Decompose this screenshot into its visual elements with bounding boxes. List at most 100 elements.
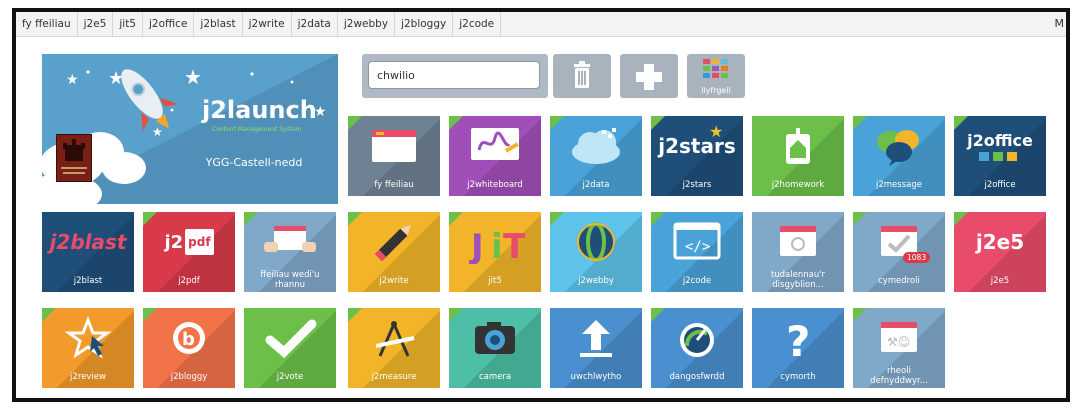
j2blast-logo: j2blast (49, 230, 127, 254)
tile-label: cymorth (780, 372, 816, 382)
folder-icon (372, 130, 416, 162)
j2e5-logo: j2e5 (975, 230, 1025, 254)
nav-item-j2data[interactable]: j2data (292, 12, 338, 36)
tile-j2e5[interactable]: j2e5 j2e5 (954, 212, 1046, 292)
manage-users-icon: ⚒☺ (881, 322, 917, 352)
nav-right-label[interactable]: M (1055, 12, 1065, 36)
tile-label: rheoli defnyddwyr... (870, 366, 928, 386)
tile-j2write[interactable]: j2write (348, 212, 440, 292)
tile-j2office[interactable]: j2office j2office (954, 116, 1046, 196)
nav-item-fy-ffeiliau[interactable]: fy ffeiliau (16, 12, 78, 36)
j2office-logo: j2office (967, 130, 1033, 150)
launch-subtitle: Content Management System (212, 126, 302, 133)
count-badge: 1083 (903, 252, 931, 263)
svg-text:T: T (503, 227, 525, 264)
tile-j2webby[interactable]: j2webby (550, 212, 642, 292)
tile-label: j2whiteboard (467, 180, 523, 190)
tile-j2message[interactable]: j2message (853, 116, 945, 196)
tile-j2whiteboard[interactable]: j2whiteboard (449, 116, 541, 196)
tile-label: tudalennau'r disgyblion... (770, 270, 826, 290)
nav-item-j2e5[interactable]: j2e5 (78, 12, 114, 36)
tile-j2homework[interactable]: j2homework (752, 116, 844, 196)
tile-label: j2write (379, 276, 409, 286)
delete-button[interactable] (553, 54, 611, 98)
star-review-icon (64, 316, 112, 359)
svg-text:★: ★ (152, 125, 163, 139)
tile-dangosfwrdd[interactable]: dangosfwrdd (651, 308, 743, 388)
nav-item-j2office[interactable]: j2office (143, 12, 195, 36)
tile-label: dangosfwrdd (669, 372, 725, 382)
bloggy-logo-icon: b (173, 322, 205, 354)
tile-j2code[interactable]: </> j2code (651, 212, 743, 292)
app-frame: fy ffeiliau j2e5 jit5 j2office j2blast j… (12, 8, 1070, 402)
tile-label: camera (478, 372, 512, 382)
nav-item-j2write[interactable]: j2write (243, 12, 292, 36)
tile-label: j2data (582, 180, 610, 190)
tile-label: j2homework (771, 180, 825, 190)
tile-tudalennau-r-disgyblion[interactable]: tudalennau'r disgyblion... (752, 212, 844, 292)
search-box (362, 54, 548, 98)
camera-icon (475, 322, 515, 354)
tile-uwchlwytho[interactable]: uwchlwytho (550, 308, 642, 388)
search-input[interactable] (368, 61, 540, 89)
tile-label: jit5 (488, 276, 502, 286)
tile-j2data[interactable]: j2data (550, 116, 642, 196)
j2stars-logo: j2stars (658, 134, 736, 158)
checkmark-icon (265, 319, 317, 359)
tile-cymedroli[interactable]: 1083 cymedroli (853, 212, 945, 292)
tile-j2review[interactable]: j2review (42, 308, 134, 388)
tile-label: j2message (876, 180, 922, 190)
j2launch-banner: ★ ★ ★ ★ ★ j2launch Content Management Sy… (42, 54, 338, 204)
svg-text:b: b (182, 329, 195, 350)
tile-ffeiliau-wedi-u-rhannu[interactable]: ffeiliau wedi'u rhannu (244, 212, 336, 292)
tile-label: j2webby (578, 276, 614, 286)
nav-item-j2bloggy[interactable]: j2bloggy (395, 12, 454, 36)
plus-icon (636, 64, 662, 90)
question-mark-icon: ? (786, 317, 810, 360)
tile-j2pdf[interactable]: j2 pdf j2pdf (143, 212, 235, 292)
tile-j2blast[interactable]: j2blast j2blast (42, 212, 134, 292)
tile-j2stars[interactable]: j2stars ★ j2stars (651, 116, 743, 196)
tile-jit5[interactable]: JiT jit5 (449, 212, 541, 292)
pupil-pages-icon (780, 226, 816, 256)
nav-item-j2webby[interactable]: j2webby (338, 12, 396, 36)
school-logo (56, 134, 92, 182)
tile-j2measure[interactable]: j2measure (348, 308, 440, 388)
svg-text:i: i (491, 227, 503, 264)
svg-text:⚒☺: ⚒☺ (887, 335, 910, 349)
tile-rheoli-defnyddwyr[interactable]: ⚒☺ rheoli defnyddwyr... (853, 308, 945, 388)
library-label: llyfrgell (701, 86, 731, 95)
add-button[interactable] (620, 54, 678, 98)
compass-icon (375, 321, 415, 357)
nav-item-jit5[interactable]: jit5 (113, 12, 143, 36)
tile-j2bloggy[interactable]: b j2bloggy (143, 308, 235, 388)
cloud-data-icon (572, 128, 620, 164)
svg-text:?: ? (786, 317, 810, 360)
tile-label: fy ffeiliau (374, 180, 414, 190)
tile-label: j2e5 (990, 276, 1010, 286)
svg-text:</>: </> (685, 239, 710, 255)
tile-fy-ffeiliau[interactable]: fy ffeiliau (348, 116, 440, 196)
j2pdf-logo-prefix: j2 (164, 231, 184, 253)
message-bubbles-icon (877, 130, 919, 166)
tile-label: j2pdf (178, 276, 200, 286)
tile-cymorth[interactable]: ? cymorth (752, 308, 844, 388)
tile-label: uwchlwytho (570, 372, 622, 382)
top-nav: fy ffeiliau j2e5 jit5 j2office j2blast j… (16, 12, 1066, 37)
nav-item-j2blast[interactable]: j2blast (194, 12, 243, 36)
jit-logo-icon: JiT (469, 227, 525, 264)
tile-label: j2vote (276, 372, 304, 382)
launch-title: j2launch (202, 96, 317, 124)
tile-j2vote[interactable]: j2vote (244, 308, 336, 388)
trash-icon (574, 61, 590, 88)
office-apps-icon (979, 151, 1017, 161)
tile-label: j2review (70, 372, 106, 382)
tile-camera[interactable]: camera (449, 308, 541, 388)
tile-label: cymedroli (878, 276, 920, 286)
tile-label: j2bloggy (170, 372, 208, 382)
whiteboard-icon (471, 128, 519, 160)
school-name: YGG-Castell-nedd (205, 156, 303, 169)
nav-item-j2code[interactable]: j2code (453, 12, 502, 36)
library-button[interactable]: llyfrgell (687, 54, 745, 98)
svg-text:★: ★ (66, 72, 79, 88)
